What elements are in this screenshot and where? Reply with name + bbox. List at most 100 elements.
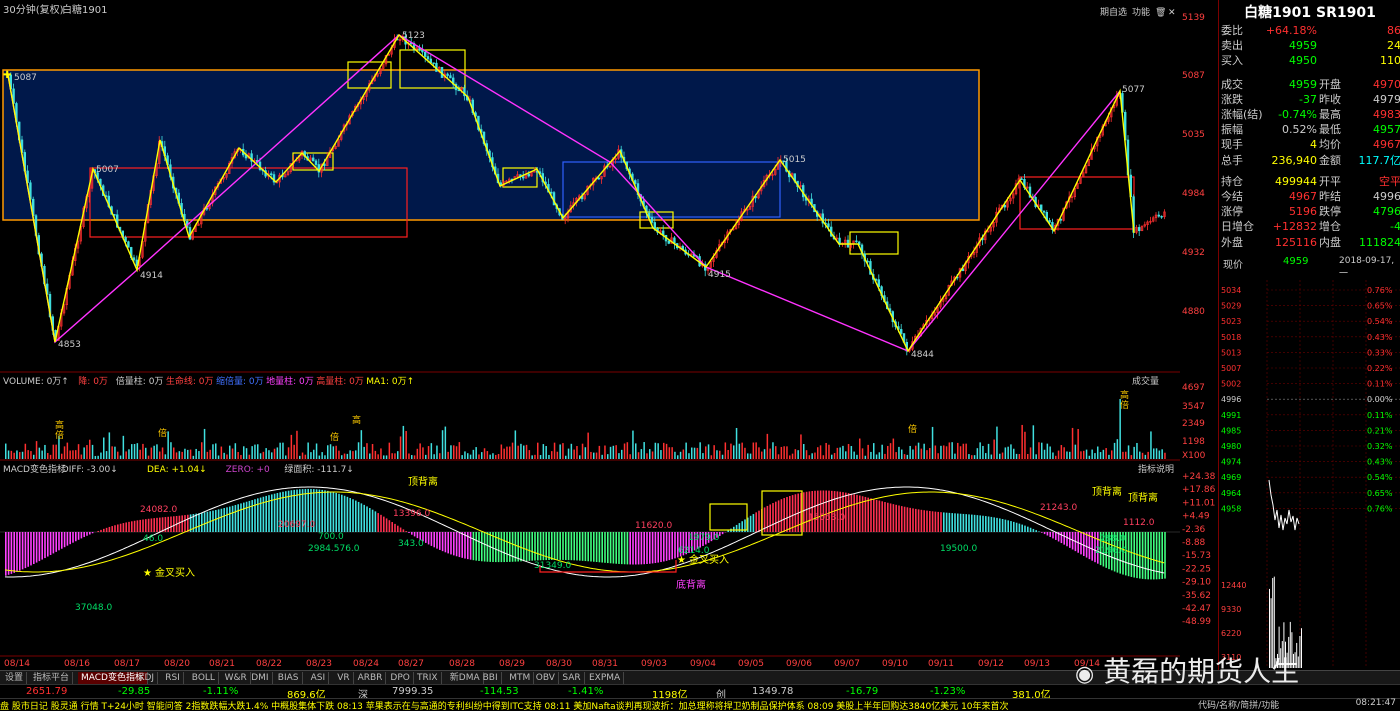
function-button[interactable]: 功能 [1132, 6, 1150, 18]
volume-bar [540, 455, 542, 459]
volume-bar [1147, 452, 1149, 459]
macd-bar [537, 532, 539, 560]
volume-bar [853, 452, 855, 459]
volume-bar [531, 455, 533, 459]
macd-bar [134, 521, 136, 532]
svg-text:31349.0: 31349.0 [534, 561, 571, 571]
quote-row-value: 4959 [1289, 77, 1317, 92]
tab-17[interactable]: OBV [533, 672, 559, 684]
volume-legend-item: VOLUME: 0万↑ [3, 377, 69, 387]
macd-bar [593, 532, 595, 562]
volume-bar [291, 435, 293, 459]
chart-header-buttons[interactable]: 期自选 功能 🗑 ✕ [1100, 6, 1176, 18]
close-icon[interactable]: ✕ [1168, 8, 1176, 18]
volume-bar [1125, 452, 1127, 459]
candle-body [598, 178, 600, 179]
tab-9[interactable]: ASI [308, 672, 330, 684]
volume-bar [361, 430, 363, 459]
tab-0[interactable]: 设置 [2, 672, 27, 684]
volume-bar [657, 443, 659, 459]
volume-bar [694, 448, 696, 459]
volume-legend-item: 高量柱: 0万 [316, 375, 364, 387]
tab-1[interactable]: 指标平台 [30, 672, 73, 684]
tab-3[interactable]: KDJ [136, 672, 159, 684]
tab-16[interactable]: MTM [506, 672, 534, 684]
volume-bar [36, 441, 38, 459]
volume-bar [1089, 456, 1091, 459]
indicator-help-button[interactable]: 指标说明 [1138, 463, 1174, 475]
quote-row-label-2: 金额 [1319, 153, 1341, 168]
volume-bar [881, 445, 883, 459]
volume-bar [764, 449, 766, 459]
macd-legend-item: 绿面积: -111.7↓ [284, 463, 353, 475]
trash-icon[interactable]: 🗑 [1155, 7, 1166, 18]
mini-pct-tick: 0.22% [1367, 364, 1393, 373]
quote-row: 总手236,940金额117.7亿 [1219, 153, 1400, 168]
volume-bar [632, 431, 634, 459]
tab-12[interactable]: DPO [387, 672, 413, 684]
volume-bar [993, 440, 995, 459]
tab-19[interactable]: EXPMA [586, 672, 624, 684]
volume-bar [1131, 455, 1133, 459]
volume-bar [1139, 452, 1141, 459]
macd-bar [237, 504, 239, 532]
quote-row-extra: 4967 [1373, 137, 1400, 152]
candle-body [1138, 227, 1140, 230]
macd-bar [1142, 532, 1144, 579]
status-value: -1.41% [568, 686, 603, 697]
news-ticker[interactable]: 盘 股市日记 股灵通 行情 T+24小时 智能问答 2指数跌幅大跌1.4% 中概… [0, 698, 1400, 711]
quote-row-label-2: 增仓 [1319, 219, 1341, 234]
tab-5[interactable]: BOLL [189, 672, 219, 684]
self-select-button[interactable]: 期自选 [1100, 6, 1127, 18]
svg-text:4914: 4914 [140, 271, 163, 281]
volume-bar [988, 444, 990, 459]
volume-bar [789, 455, 791, 459]
tab-15[interactable]: BBI [480, 672, 502, 684]
macd-bar [573, 532, 575, 560]
volume-bar [467, 453, 469, 459]
macd-bar [22, 532, 24, 569]
volume-bar [960, 446, 962, 459]
tab-13[interactable]: TRIX [414, 672, 442, 684]
date-tick: 08/31 [592, 659, 618, 669]
code-search-input[interactable]: 代码/名称/简拼/功能 [1198, 698, 1279, 711]
macd-bar [72, 532, 74, 543]
volume-bar [884, 454, 886, 459]
volume-header: VOLUME: 0万↑降: 0万倍量柱: 0万生命线: 0万缩倍量: 0万地量柱… [3, 375, 414, 387]
volume-bar [344, 454, 346, 459]
tab-10[interactable]: VR [334, 672, 353, 684]
volume-type-button[interactable]: 成交量 [1132, 375, 1159, 387]
macd-bar [50, 532, 52, 555]
macd-bar [529, 532, 531, 561]
tab-11[interactable]: ARBR [355, 672, 387, 684]
tab-8[interactable]: BIAS [275, 672, 303, 684]
mini-pct-tick: 0.00% [1367, 395, 1393, 404]
tab-7[interactable]: DMI [248, 672, 272, 684]
volume-bar [1066, 451, 1068, 459]
volume-bar [797, 450, 799, 459]
tab-14[interactable]: 新DMA [447, 672, 484, 684]
volume-bar [489, 455, 491, 459]
volume-bar [212, 444, 214, 459]
macd-legend-item: ZERO: +0 [226, 465, 270, 475]
macd-bar [523, 532, 525, 561]
kline-chart-area[interactable]: 30分钟(复权) 白糖1901 5087 5123 5007 4914 4853… [0, 0, 1180, 670]
tab-18[interactable]: SAR [559, 672, 584, 684]
intraday-mini-chart[interactable]: 50340.76%50290.65%50230.54%50180.43%5013… [1219, 280, 1400, 670]
volume-bar [5, 444, 7, 459]
volume-bar [895, 452, 897, 459]
macd-legend-item: DIFF: -3.00↓ [62, 465, 118, 475]
volume-bar [761, 452, 763, 459]
volume-bar [179, 451, 181, 459]
tab-4[interactable]: RSI [162, 672, 184, 684]
quote-row-extra: 4979 [1373, 92, 1400, 107]
quote-row-label: 持仓 [1221, 174, 1243, 189]
macd-bar [64, 532, 66, 547]
tab-6[interactable]: W&R [222, 672, 251, 684]
mini-price-tick: 4996 [1221, 395, 1241, 404]
svg-text:37048.0: 37048.0 [75, 603, 112, 613]
quote-row-label: 外盘 [1221, 235, 1243, 250]
quote-row-extra: 24 [1387, 38, 1400, 53]
macd-bar [1016, 523, 1018, 532]
macd-bar [792, 495, 794, 532]
